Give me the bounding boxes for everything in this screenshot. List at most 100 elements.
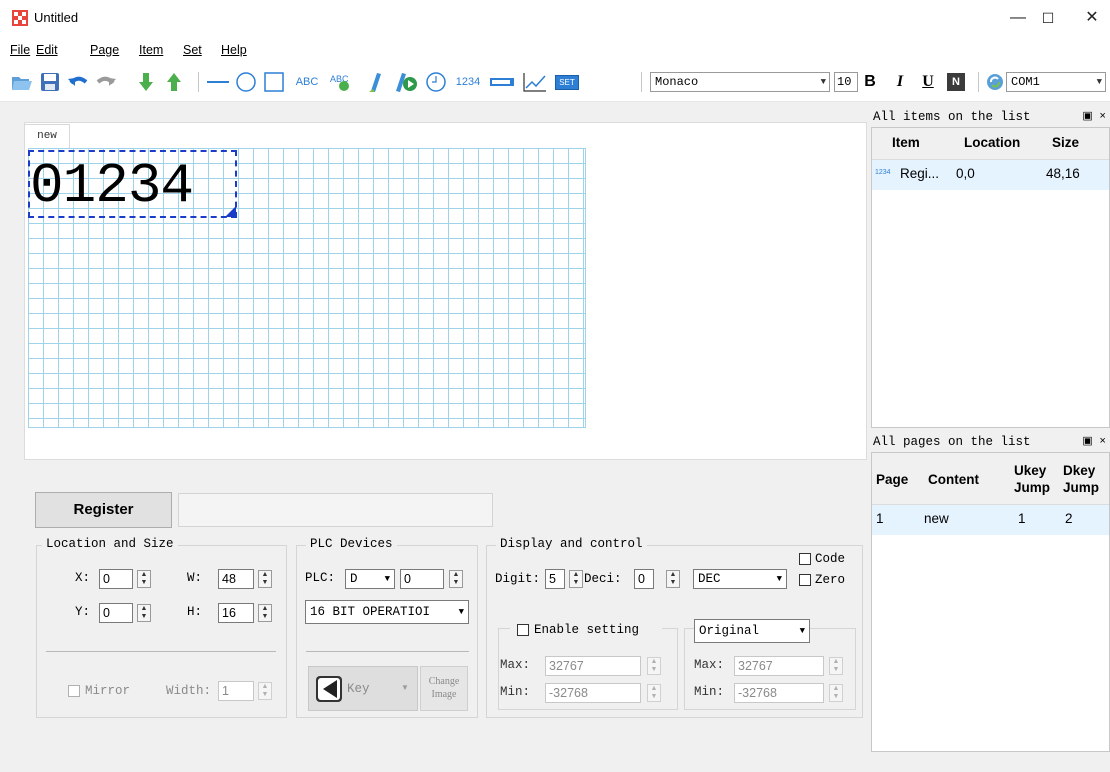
plc-address-stepper[interactable]: ▲ ▼ [449,570,463,588]
panel-pin-icon[interactable]: ▣ × [1082,107,1106,127]
register-tool-icon[interactable]: 1234 [452,70,484,94]
y-input[interactable]: 0 [99,603,133,623]
col-dkey-jump[interactable]: Dkey Jump [1063,462,1099,496]
font-family-select[interactable]: Monaco ▼ [650,72,830,92]
register-type-button[interactable]: Register [35,492,172,528]
width-input[interactable]: 1 [218,681,254,701]
plc-address-input[interactable]: 0 [400,569,444,589]
w-stepper[interactable]: ▲ ▼ [258,570,272,588]
digit-input[interactable]: 5 [545,569,565,589]
mirror-checkbox[interactable] [68,685,80,697]
rectangle-tool-icon[interactable] [262,70,286,94]
h-stepper[interactable]: ▲ ▼ [258,604,272,622]
font-size-select[interactable]: 10 [834,72,858,92]
undo-icon[interactable] [66,70,90,94]
mode-select[interactable]: Original ▼ [694,619,810,643]
code-checkbox[interactable] [799,553,811,565]
x-input[interactable]: 0 [99,569,133,589]
format-select[interactable]: DEC ▼ [693,569,787,589]
max-input-1[interactable]: 32767 [545,656,641,676]
toolbar-separator [641,72,642,92]
col-ukey-jump[interactable]: Ukey Jump [1014,462,1050,496]
register-item-selection[interactable] [28,150,237,218]
operation-value: 16 BIT OPERATIOI [310,605,431,619]
min-input-1[interactable]: -32768 [545,683,641,703]
min-stepper-1[interactable]: ▲ ▼ [647,684,661,702]
bar-graph-tool-icon[interactable] [362,70,386,94]
trend-chart-tool-icon[interactable] [520,70,550,94]
menu-page[interactable]: Page [90,43,119,57]
col-location[interactable]: Location [964,135,1020,150]
menu-set[interactable]: Set [183,43,202,57]
key-button[interactable]: Key ▼ [308,666,418,711]
open-file-icon[interactable] [10,70,34,94]
table-row[interactable] [872,505,1109,535]
cell-dkey: 2 [1065,511,1073,526]
redo-icon[interactable] [94,70,118,94]
menu-edit[interactable]: Edit [36,43,58,57]
clock-tool-icon[interactable] [424,70,448,94]
chevron-down-icon: ▼ [799,626,805,636]
abc-bitmap-tool-icon[interactable]: ABC [328,70,354,94]
animation-tool-icon[interactable] [390,70,420,94]
item-name-field[interactable] [178,493,493,527]
plc-label: PLC: [305,571,336,585]
operation-select[interactable]: 16 BIT OPERATIOI ▼ [305,600,469,624]
max-stepper-2[interactable]: ▲ ▼ [829,657,843,675]
items-list[interactable]: Item Location Size 1234 Regi... 0,0 48,1… [871,127,1110,428]
pages-panel-header: All pages on the list ▣ × [871,432,1110,452]
max-stepper-1[interactable]: ▲ ▼ [647,657,661,675]
menu-help[interactable]: Help [221,43,247,57]
x-stepper[interactable]: ▲ ▼ [137,570,151,588]
divider [46,651,276,652]
mode-value: Original [699,624,760,638]
chevron-down-icon: ▼ [384,574,390,584]
w-input[interactable]: 48 [218,569,254,589]
panel-pin-icon[interactable]: ▣ × [1082,432,1106,452]
input-tool-icon[interactable] [488,70,516,94]
h-input[interactable]: 16 [218,603,254,623]
menu-file[interactable]: File [10,43,30,57]
close-button[interactable]: ✕ [1070,4,1110,32]
underline-button[interactable]: U [916,70,940,94]
plc-device-select[interactable]: D ▼ [345,569,395,589]
digit-stepper[interactable]: ▲ ▼ [569,570,583,588]
min-input-2[interactable]: -32768 [734,683,824,703]
col-content[interactable]: Content [928,472,979,487]
text-tool-icon[interactable]: ABC [290,70,324,94]
resize-handle[interactable] [225,206,236,217]
menu-file-label: File [10,43,31,57]
enable-setting-label: Enable setting [534,623,640,637]
circle-tool-icon[interactable] [234,70,258,94]
col-item[interactable]: Item [892,135,920,150]
cell-location: 0,0 [956,166,975,181]
move-up-icon[interactable] [162,70,186,94]
deci-input[interactable]: 0 [634,569,654,589]
save-icon[interactable] [38,70,62,94]
refresh-icon[interactable] [984,70,1006,94]
zero-checkbox[interactable] [799,574,811,586]
col-size[interactable]: Size [1052,135,1079,150]
line-tool-icon[interactable] [206,70,230,94]
change-image-button[interactable]: Change Image [420,666,468,711]
col-ukey-line1: Ukey [1014,463,1047,478]
tab-new[interactable]: new [24,124,70,148]
y-stepper[interactable]: ▲ ▼ [137,604,151,622]
max-input-2[interactable]: 32767 [734,656,824,676]
min-stepper-2[interactable]: ▲ ▼ [829,684,843,702]
set-tool-icon[interactable]: SET [554,70,580,94]
pages-list[interactable]: Page Content Ukey Jump Dkey Jump 1 new 1 2 [871,452,1110,752]
w-label: W: [187,571,203,585]
enable-setting-checkbox[interactable] [517,624,529,636]
bold-button[interactable]: B [858,70,882,94]
italic-button[interactable]: I [888,70,912,94]
n-button[interactable]: N [944,70,968,94]
col-page[interactable]: Page [876,472,908,487]
com-port-select[interactable]: COM1 ▼ [1006,72,1106,92]
digit-label: Digit: [495,572,541,586]
maximize-button[interactable]: ☐ [1026,4,1070,32]
move-down-icon[interactable] [134,70,158,94]
width-stepper[interactable]: ▲ ▼ [258,682,272,700]
menu-item[interactable]: Item [139,43,163,57]
deci-stepper[interactable]: ▲ ▼ [666,570,680,588]
